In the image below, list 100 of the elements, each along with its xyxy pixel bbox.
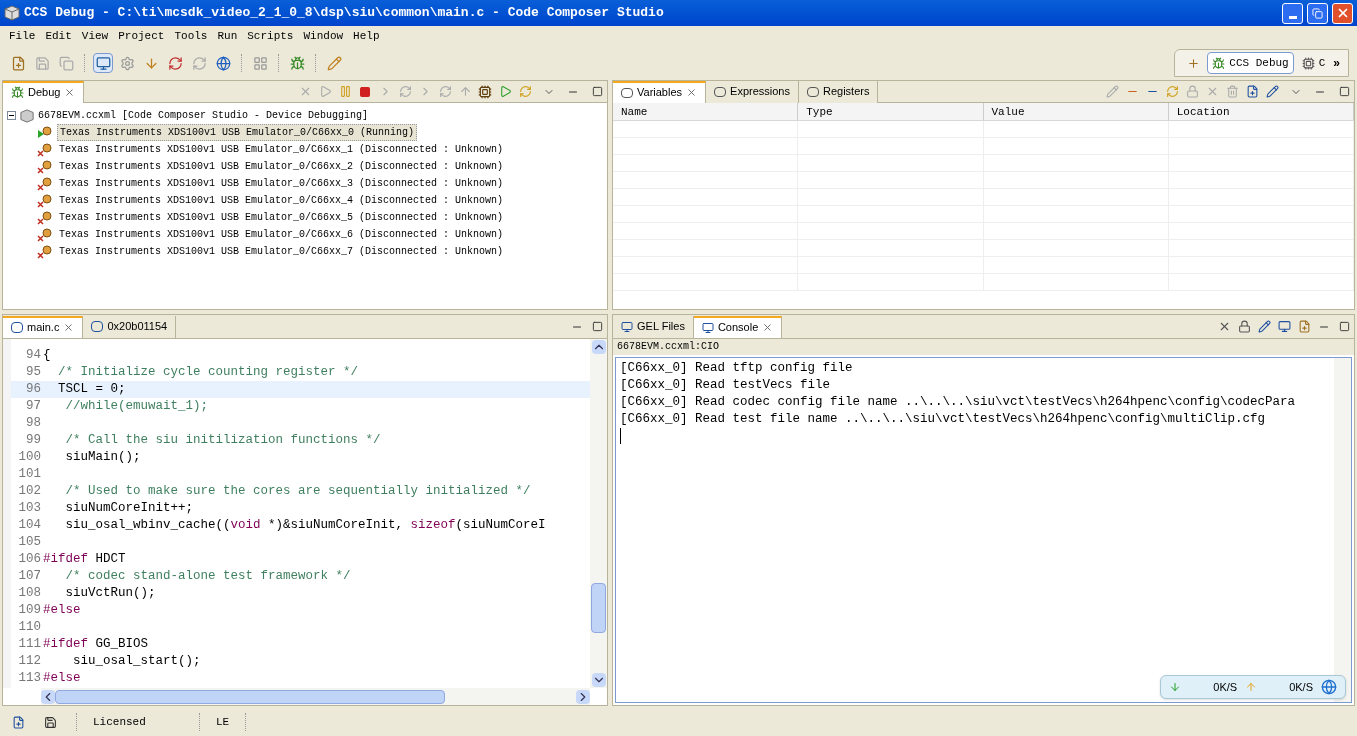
code-line: siuMain(); bbox=[64, 449, 141, 467]
running-core-icon bbox=[37, 125, 53, 140]
browser-icon bbox=[1321, 679, 1337, 695]
code-line: /* Used to make sure the cores are sequentially initialized */ bbox=[64, 483, 531, 501]
panel-tab[interactable]: Registers bbox=[798, 80, 879, 103]
menu-item[interactable]: View bbox=[76, 27, 114, 45]
panel-tab[interactable]: Console bbox=[693, 315, 783, 338]
cube-icon bbox=[20, 108, 34, 123]
panel-tab[interactable]: Variables bbox=[613, 80, 707, 103]
menu-item[interactable]: File bbox=[4, 27, 41, 45]
menu-item[interactable]: Tools bbox=[169, 27, 213, 45]
disconnected-core-icon bbox=[37, 176, 53, 191]
code-line: //while(emuwait_1); bbox=[64, 398, 209, 416]
bug-icon bbox=[11, 86, 24, 99]
perspective-button[interactable]: C bbox=[1297, 52, 1330, 74]
scroll-up-icon bbox=[591, 340, 606, 354]
close-icon bbox=[64, 87, 76, 98]
code-line: siuNumCoreInit++; bbox=[64, 500, 194, 518]
line-number: 110 bbox=[17, 619, 41, 637]
disconnected-core-icon bbox=[37, 210, 53, 225]
horizontal-scrollbar[interactable] bbox=[41, 688, 590, 705]
tree-item[interactable]: Texas Instruments XDS100v1 USB Emulator_0/C66xx_6 (Disconnected : Unknown) bbox=[57, 227, 506, 242]
line-number: 97 bbox=[25, 398, 41, 416]
scroll-thumb[interactable] bbox=[55, 689, 445, 704]
code-line: /* Call the siu initilization functions */ bbox=[64, 432, 381, 450]
file-icon bbox=[11, 322, 23, 333]
monitor-icon[interactable] bbox=[93, 53, 113, 73]
file-icon bbox=[91, 321, 104, 332]
collapse-toggle[interactable] bbox=[7, 111, 16, 120]
upload-icon bbox=[1245, 681, 1258, 693]
line-number: 106 bbox=[17, 551, 41, 569]
code-line: #ifdef HDCT bbox=[42, 551, 126, 569]
line-number: 102 bbox=[17, 483, 41, 501]
line-number: 101 bbox=[17, 466, 41, 484]
menu-item[interactable]: Help bbox=[348, 27, 385, 45]
code-line: #ifdef GG_BIOS bbox=[42, 636, 149, 654]
tree-item[interactable]: Texas Instruments XDS100v1 USB Emulator_0/C66xx_4 (Disconnected : Unknown) bbox=[57, 193, 506, 208]
line-number: 103 bbox=[17, 500, 41, 518]
line-number: 112 bbox=[17, 653, 41, 671]
download-icon bbox=[1169, 681, 1182, 693]
line-number: 104 bbox=[17, 517, 41, 535]
code-line: { bbox=[42, 347, 51, 365]
column-header[interactable]: Name bbox=[613, 103, 799, 120]
menu-item[interactable]: Scripts bbox=[242, 27, 299, 45]
more-perspectives[interactable]: » bbox=[1333, 54, 1340, 72]
menu-item[interactable]: Project bbox=[113, 27, 170, 45]
column-header[interactable]: Value bbox=[983, 103, 1169, 120]
console-line: [C66xx_0] Read codec config file name ..\..\..\siu\vct\testVecs\h264hpenc\config\codecPara bbox=[620, 394, 1297, 411]
panel-tab[interactable]: main.c bbox=[3, 315, 84, 338]
monitor-icon bbox=[621, 320, 633, 333]
close-icon bbox=[686, 87, 698, 98]
tab-icon bbox=[621, 87, 633, 98]
code-line: siuVctRun(); bbox=[64, 585, 156, 603]
code-line: #else bbox=[42, 670, 81, 688]
line-number: 99 bbox=[25, 432, 41, 450]
code-line: /* Initialize cycle counting register */ bbox=[57, 364, 359, 382]
scroll-left-icon bbox=[41, 689, 55, 704]
panel-tab[interactable]: Expressions bbox=[706, 80, 799, 103]
tree-item[interactable]: 6678EVM.ccxml [Code Composer Studio - Device Debugging] bbox=[38, 108, 369, 123]
disconnected-core-icon bbox=[37, 227, 53, 242]
tree-item[interactable]: Texas Instruments XDS100v1 USB Emulator_0/C66xx_3 (Disconnected : Unknown) bbox=[57, 176, 506, 191]
disconnected-core-icon bbox=[37, 142, 53, 157]
upload-speed: 0K/S bbox=[1289, 679, 1313, 695]
restore-icon bbox=[1312, 7, 1323, 19]
line-number: 98 bbox=[25, 415, 41, 433]
tree-item[interactable]: Texas Instruments XDS100v1 USB Emulator_0/C66xx_1 (Disconnected : Unknown) bbox=[57, 142, 506, 157]
tab-icon bbox=[806, 86, 819, 97]
column-header[interactable]: Location bbox=[1168, 103, 1354, 120]
console-line: [C66xx_0] Read testVecs file bbox=[620, 377, 832, 394]
endian-status: LE bbox=[216, 714, 230, 730]
tree-item[interactable]: Texas Instruments XDS100v1 USB Emulator_0/C66xx_7 (Disconnected : Unknown) bbox=[57, 244, 506, 259]
tree-item[interactable]: Texas Instruments XDS100v1 USB Emulator_0/C66xx_5 (Disconnected : Unknown) bbox=[57, 210, 506, 225]
console-source: 6678EVM.ccxml:CIO bbox=[613, 339, 1354, 355]
vertical-scrollbar[interactable] bbox=[590, 339, 607, 688]
code-line: TSCL = 0; bbox=[57, 381, 126, 399]
close-icon bbox=[762, 322, 774, 333]
line-number: 94 bbox=[25, 347, 41, 365]
line-number: 105 bbox=[17, 534, 41, 552]
code-line: #else bbox=[42, 602, 81, 620]
scroll-thumb[interactable] bbox=[591, 583, 606, 633]
disconnected-core-icon bbox=[37, 159, 53, 174]
menu-item[interactable]: Run bbox=[212, 27, 243, 45]
line-number: 108 bbox=[17, 585, 41, 603]
scroll-down-icon bbox=[591, 673, 606, 687]
panel-tab[interactable]: Debug bbox=[3, 80, 85, 103]
line-number: 111 bbox=[17, 636, 41, 654]
menu-item[interactable]: Window bbox=[298, 27, 349, 45]
close-button[interactable] bbox=[1332, 2, 1353, 24]
column-header[interactable]: Type bbox=[798, 103, 984, 120]
tree-item[interactable]: Texas Instruments XDS100v1 USB Emulator_0/C66xx_2 (Disconnected : Unknown) bbox=[57, 159, 506, 174]
menu-item[interactable]: Edit bbox=[40, 27, 77, 45]
perspective-button[interactable]: CCS Debug bbox=[1207, 52, 1294, 74]
console-line: [C66xx_0] Read tftp config file bbox=[620, 360, 854, 377]
code-line: /* codec stand-alone test framework */ bbox=[64, 568, 351, 586]
line-number: 96 bbox=[25, 381, 41, 399]
maximize-button[interactable] bbox=[1307, 2, 1328, 24]
minimize-button[interactable] bbox=[1282, 2, 1303, 24]
vertical-scrollbar[interactable] bbox=[1334, 358, 1351, 702]
chip-icon bbox=[1301, 56, 1315, 70]
tree-item[interactable]: Texas Instruments XDS100v1 USB Emulator_0/C66xx_0 (Running) bbox=[57, 124, 418, 141]
